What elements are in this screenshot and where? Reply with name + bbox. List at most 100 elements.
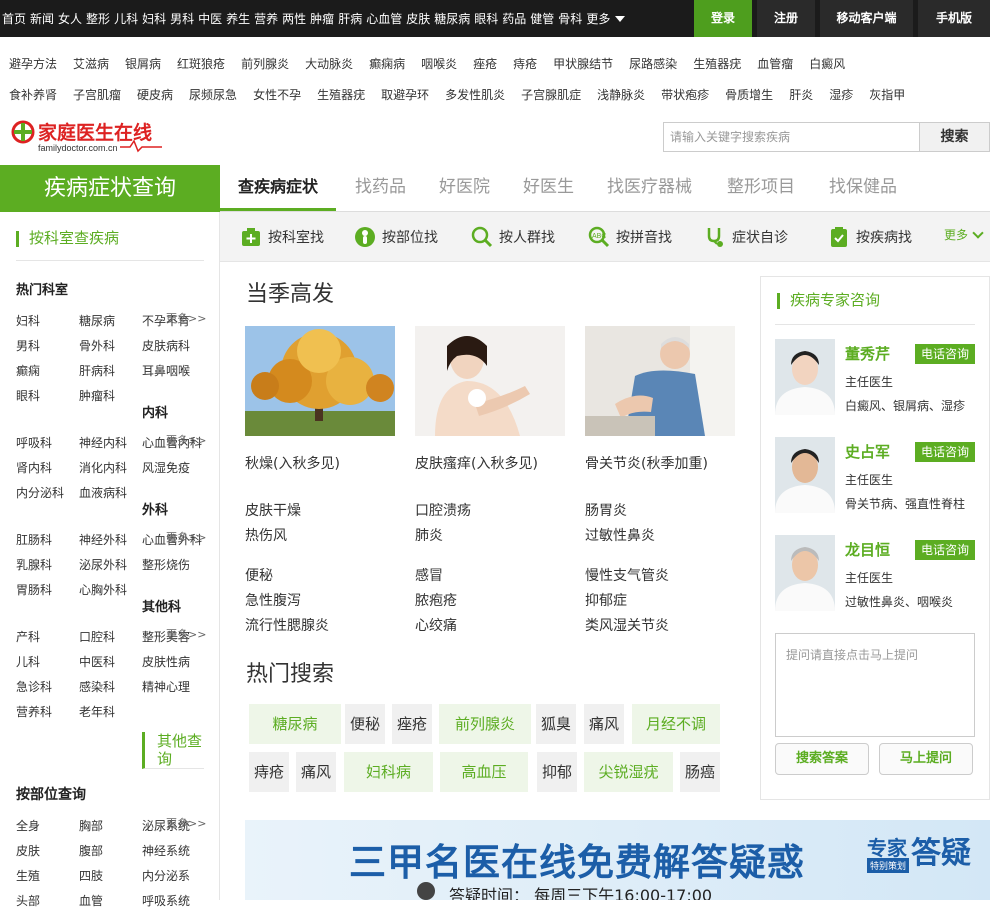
season-caption[interactable]: 皮肤瘙痒(入秋多见) [415,453,538,473]
dept-link[interactable]: 肝病科 [79,362,115,379]
chevron-down-icon[interactable] [615,15,626,22]
keyword-link[interactable]: 白癜风 [809,55,845,72]
top-nav-item[interactable]: 中医 [198,10,222,27]
top-nav-item[interactable]: 眼科 [474,10,498,27]
subnav-3[interactable]: ABC 按拼音找 [588,226,672,248]
top-nav-item[interactable]: 健管 [530,10,554,27]
doctor-avatar[interactable] [775,535,835,611]
dept-link[interactable]: 神经外科 [79,531,127,548]
subnav-more[interactable]: 更多 [944,226,984,243]
more-link[interactable]: 更多>> [166,432,206,448]
more-link[interactable]: 更多>> [166,815,206,831]
dept-link[interactable]: 腹部 [79,842,103,859]
site-logo[interactable]: 家庭医生在线 familydoctor.com.cn [10,117,165,155]
top-nav-item[interactable]: 整形 [86,10,110,27]
login-button[interactable]: 登录 [694,0,752,37]
dept-link[interactable]: 内分泌系 [142,867,190,884]
season-caption[interactable]: 秋燥(入秋多见) [245,453,340,473]
hot-search-tag[interactable]: 狐臭 [536,704,576,744]
register-button[interactable]: 注册 [757,0,815,37]
hot-search-tag[interactable]: 痛风 [296,752,336,792]
dept-link[interactable]: 胃肠科 [16,581,52,598]
dept-link[interactable]: 血管 [79,892,103,909]
dept-link[interactable]: 神经内科 [79,434,127,451]
dept-link[interactable]: 消化内科 [79,459,127,476]
keyword-link[interactable]: 艾滋病 [73,55,109,72]
dept-link[interactable]: 妇科 [16,312,40,329]
keyword-link[interactable]: 子宫腺肌症 [521,86,581,103]
top-nav-item[interactable]: 更多 [586,10,610,27]
doctor-name[interactable]: 董秀芹 [845,343,890,364]
dept-link[interactable]: 皮肤性病 [142,653,190,670]
disease-link[interactable]: 抑郁症 [585,590,627,610]
keyword-link[interactable]: 肝炎 [789,86,813,103]
dept-link[interactable]: 皮肤 [16,842,40,859]
mobile-client-button[interactable]: 移动客户端 [820,0,913,37]
dept-link[interactable]: 呼吸科 [16,434,52,451]
disease-link[interactable]: 热伤风 [245,525,287,545]
keyword-link[interactable]: 生殖器疣 [317,86,365,103]
disease-link[interactable]: 口腔溃疡 [415,500,471,520]
disease-link[interactable]: 急性腹泻 [245,590,301,610]
phone-consult-button[interactable]: 电话咨询 [915,540,975,560]
dept-link[interactable]: 血液病科 [79,484,127,501]
other-query-link[interactable]: 其他查询 [142,732,204,769]
joint-pain-image[interactable] [585,326,735,436]
top-nav-item[interactable]: 妇科 [142,10,166,27]
disease-link[interactable]: 慢性支气管炎 [585,565,669,585]
tab-6[interactable]: 找保健品 [829,165,897,211]
hot-search-tag[interactable]: 尖锐湿疣 [584,752,673,792]
top-nav-item[interactable]: 儿科 [114,10,138,27]
disease-link[interactable]: 肺炎 [415,525,443,545]
dept-link[interactable]: 肛肠科 [16,531,52,548]
keyword-link[interactable]: 尿频尿急 [189,86,237,103]
keyword-link[interactable]: 甲状腺结节 [553,55,613,72]
dept-link[interactable]: 癫痫 [16,362,40,379]
keyword-link[interactable]: 带状疱疹 [661,86,709,103]
keyword-link[interactable]: 银屑病 [125,55,161,72]
top-nav-item[interactable]: 心血管 [366,10,402,27]
dept-link[interactable]: 肿瘤科 [79,387,115,404]
promo-banner[interactable]: 三甲名医在线免费解答疑惑 答疑时间： 每周三下午16:00-17:00 专家 特… [245,820,990,900]
keyword-link[interactable]: 避孕方法 [9,55,57,72]
subnav-0[interactable]: 按科室找 [240,226,324,248]
hot-search-tag[interactable]: 痔疮 [249,752,289,792]
dept-link[interactable]: 头部 [16,892,40,909]
top-nav-item[interactable]: 新闻 [30,10,54,27]
keyword-link[interactable]: 食补养肾 [9,86,57,103]
disease-link[interactable]: 脓疱疮 [415,590,457,610]
keyword-link[interactable]: 癫痫病 [369,55,405,72]
dept-link[interactable]: 精神心理 [142,678,190,695]
dept-link[interactable]: 四肢 [79,867,103,884]
keyword-link[interactable]: 取避孕环 [381,86,429,103]
disease-link[interactable]: 感冒 [415,565,443,585]
dept-link[interactable]: 风湿免疫 [142,459,190,476]
keyword-link[interactable]: 血管瘤 [757,55,793,72]
dept-link[interactable]: 皮肤病科 [142,337,190,354]
disease-link[interactable]: 皮肤干燥 [245,500,301,520]
subnav-4[interactable]: 症状自诊 [704,226,788,248]
dept-link[interactable]: 男科 [16,337,40,354]
more-link[interactable]: 更多>> [166,529,206,545]
tab-2[interactable]: 好医院 [439,165,490,211]
hot-search-tag[interactable]: 抑郁 [537,752,577,792]
dept-link[interactable]: 全身 [16,817,40,834]
dept-link[interactable]: 整形烧伤 [142,556,190,573]
season-caption[interactable]: 骨关节炎(秋季加重) [585,453,708,473]
phone-consult-button[interactable]: 电话咨询 [915,442,975,462]
dept-link[interactable]: 骨外科 [79,337,115,354]
keyword-link[interactable]: 子宫肌瘤 [73,86,121,103]
dept-link[interactable]: 急诊科 [16,678,52,695]
tab-4[interactable]: 找医疗器械 [607,165,692,211]
more-link[interactable]: 更多>> [166,626,206,642]
doctor-avatar[interactable] [775,437,835,513]
search-input[interactable]: 请输入关键字搜索疾病 [663,122,920,152]
dept-link[interactable]: 耳鼻咽喉 [142,362,190,379]
disease-link[interactable]: 肠胃炎 [585,500,627,520]
doctor-name[interactable]: 史占军 [845,441,890,462]
keyword-link[interactable]: 灰指甲 [869,86,905,103]
hot-search-tag[interactable]: 妇科病 [344,752,433,792]
dept-link[interactable]: 产科 [16,628,40,645]
disease-link[interactable]: 心绞痛 [415,615,457,635]
keyword-link[interactable]: 多发性肌炎 [445,86,505,103]
